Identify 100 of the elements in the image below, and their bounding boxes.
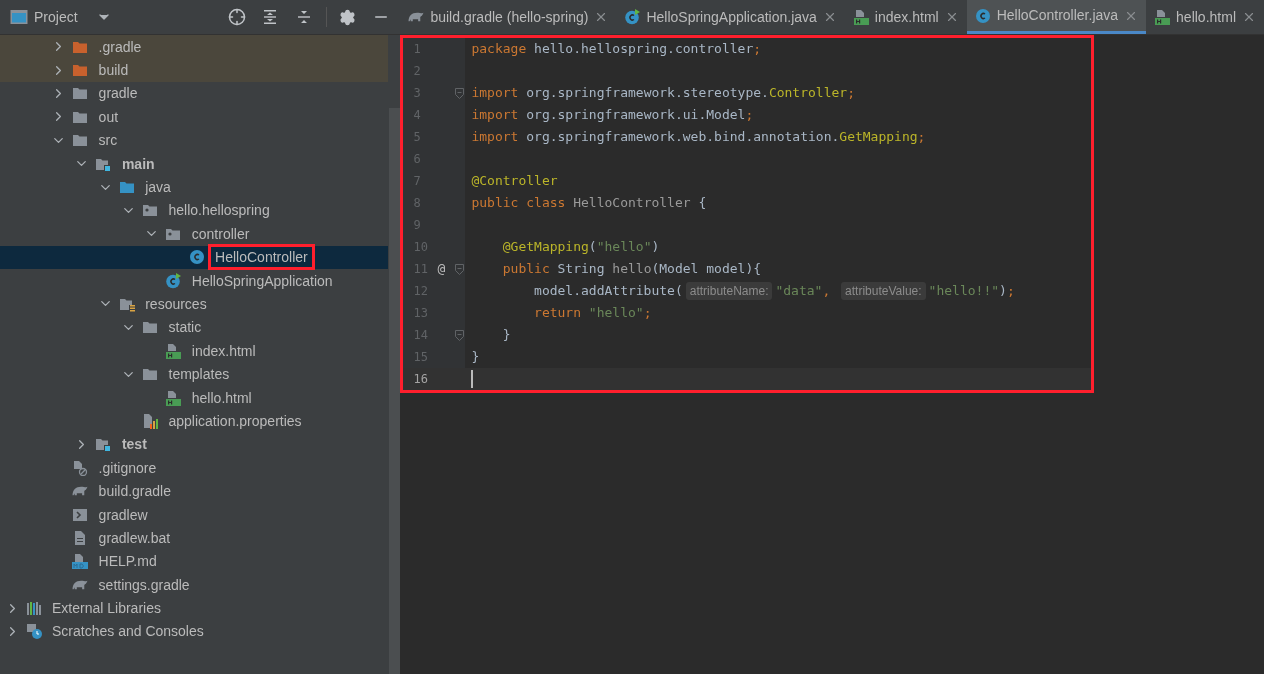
package-icon	[142, 202, 158, 219]
code-token: package	[471, 40, 528, 59]
markdown-file-icon	[72, 553, 89, 570]
tree-row[interactable]: gradlew.bat	[0, 526, 388, 550]
elephant-icon	[408, 12, 425, 22]
editor-tab[interactable]: HelloSpringApplication.java	[616, 0, 845, 34]
tree-row[interactable]: build.gradle	[0, 479, 388, 503]
editor-tab[interactable]: HelloController.java	[966, 0, 1147, 34]
tree-row[interactable]: gradlew	[0, 502, 388, 527]
code-token: ;	[1006, 282, 1015, 301]
tree-row[interactable]: test	[0, 432, 388, 457]
tree-label: External Libraries	[51, 599, 162, 619]
elephant-icon	[72, 486, 89, 497]
code-token: @Controller	[471, 172, 558, 191]
code-token: }	[501, 326, 511, 345]
tree-row[interactable]: index.html	[0, 339, 388, 363]
parameter-hint: attributeName:	[685, 282, 773, 300]
tree-row[interactable]: resources	[0, 292, 388, 316]
tree-row[interactable]: application.properties	[0, 409, 388, 433]
tree-row[interactable]: build	[0, 58, 388, 82]
folder-icon	[72, 62, 89, 79]
folder-icon	[95, 436, 112, 453]
tree-row[interactable]: HelloController	[0, 245, 388, 269]
tree-row[interactable]: controller	[0, 222, 388, 246]
elephant-icon	[72, 579, 89, 590]
tree-row[interactable]: hello.html	[0, 385, 388, 410]
tree-row[interactable]: static	[0, 315, 388, 340]
tree-row[interactable]: templates	[0, 362, 388, 386]
settings-icon[interactable]	[339, 8, 356, 26]
code-token: ;	[643, 304, 652, 323]
tree-row[interactable]: java	[0, 175, 388, 199]
parameter-hint: attributeValue:	[841, 282, 926, 300]
tree-label: hello.html	[190, 388, 253, 408]
code-token: "hello!!"	[928, 282, 1000, 301]
class-icon	[165, 272, 182, 289]
code-token: import	[471, 84, 520, 103]
tree-label: .gitignore	[97, 458, 158, 478]
tree-row[interactable]: HelloSpringApplication	[0, 268, 388, 293]
folder-icon	[72, 85, 89, 102]
panel-title: Project	[34, 7, 78, 27]
code-token: String	[557, 260, 606, 279]
code-token: public class	[471, 194, 567, 213]
class-icon	[974, 7, 991, 24]
code-token: ;	[847, 84, 855, 103]
terminal-icon	[72, 506, 89, 523]
tree-row[interactable]: External Libraries	[0, 596, 388, 620]
scratch-icon	[25, 623, 42, 640]
code-token: "hello"	[596, 238, 652, 257]
tree-row[interactable]: src	[0, 128, 388, 152]
collapse-all-icon[interactable]	[296, 9, 312, 25]
editor-tab[interactable]: build.gradle (hello-spring)	[400, 0, 617, 34]
tree-row[interactable]: settings.gradle	[0, 573, 388, 597]
class-icon	[624, 9, 641, 25]
expand-all-icon[interactable]	[262, 9, 278, 25]
tree-label: gradlew.bat	[97, 528, 172, 548]
tree-row[interactable]: gradle	[0, 81, 388, 106]
tree-label: .gradle	[97, 37, 143, 57]
code-token: "data"	[775, 282, 823, 301]
tree-label: build	[97, 61, 130, 81]
scrollbar[interactable]	[389, 108, 400, 674]
tree-row[interactable]: HELP.md	[0, 549, 388, 573]
tree-row[interactable]: hello.hellospring	[0, 198, 388, 223]
tree-row[interactable]: .gitignore	[0, 456, 388, 480]
code-token: return	[533, 304, 582, 323]
code-token: )	[999, 282, 1007, 301]
code-token: )	[651, 238, 660, 257]
tree-label: index.html	[190, 341, 257, 361]
editor-tab[interactable]: index.html	[844, 0, 967, 34]
code-token: ;	[745, 106, 754, 125]
tree-label: application.properties	[167, 411, 303, 431]
code-token: GetMapping	[839, 128, 918, 147]
tree-label: settings.gradle	[97, 575, 191, 595]
tree-label: HELP.md	[97, 552, 158, 572]
folder-icon	[142, 319, 158, 336]
locate-icon[interactable]	[228, 8, 246, 26]
html-file-icon	[1154, 9, 1171, 25]
code-token: hello	[612, 260, 652, 279]
folder-icon	[142, 366, 158, 383]
code-token: HelloController	[573, 194, 692, 213]
close-icon[interactable]	[1242, 10, 1256, 24]
tree-row[interactable]: main	[0, 151, 388, 176]
tree-row[interactable]: .gradle	[0, 35, 388, 59]
code-token: ;	[917, 128, 926, 147]
tree-label: static	[167, 318, 203, 338]
window-icon	[10, 9, 28, 25]
gutter-marker[interactable]: @	[437, 259, 446, 279]
code-token: ;	[753, 40, 762, 59]
editor-tab[interactable]: hello.html	[1146, 0, 1264, 34]
tree-label: out	[97, 107, 120, 127]
properties-file-icon	[142, 412, 158, 429]
tree-label: test	[120, 435, 148, 455]
code-token: "hello"	[588, 304, 644, 323]
tree-label: templates	[167, 365, 231, 385]
tree-label: java	[144, 178, 172, 198]
line-number: 16	[412, 371, 429, 388]
tree-label: gradle	[97, 84, 139, 104]
tree-row[interactable]: Scratches and Consoles	[0, 619, 388, 644]
tree-label: HelloSpringApplication	[190, 271, 334, 291]
code-token: import	[471, 128, 520, 147]
tree-row[interactable]: out	[0, 105, 388, 129]
